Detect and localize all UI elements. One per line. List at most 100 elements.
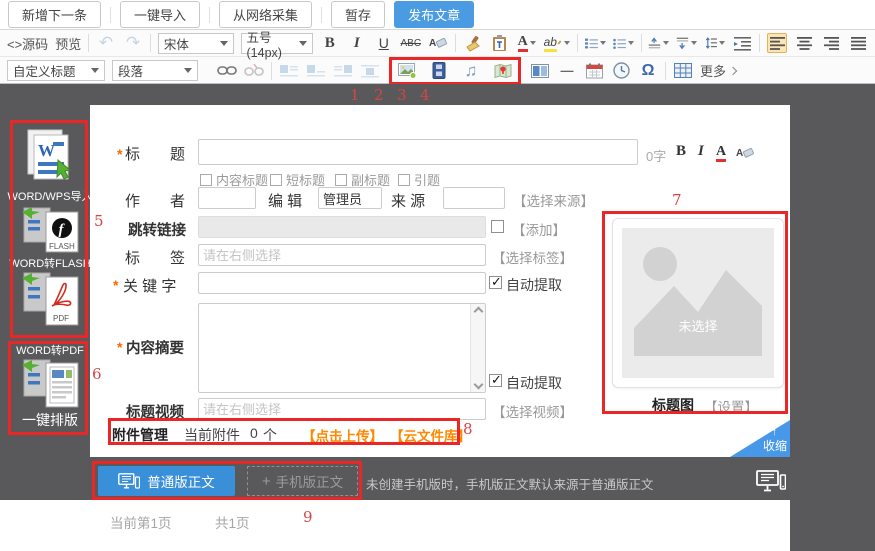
indent-button[interactable] (732, 33, 752, 53)
word-to-pdf-label[interactable]: WORD转PDF (6, 342, 94, 358)
paragraph-format-select[interactable]: 段落 (112, 60, 198, 81)
image-float-left-icon[interactable] (279, 61, 299, 81)
heading-style-value: 自定义标题 (13, 61, 76, 80)
align-right-button[interactable] (821, 33, 841, 53)
keyword-auto-extract-checkbox[interactable] (489, 276, 502, 289)
tab-mobile-content[interactable]: + 手机版正文 (247, 466, 358, 496)
strikethrough-button[interactable]: ABC (401, 33, 421, 53)
italic-button[interactable]: I (347, 33, 367, 53)
font-size-select[interactable]: 五号(14px) (241, 33, 313, 54)
unlink-icon[interactable] (244, 61, 264, 81)
align-left-button[interactable] (767, 33, 787, 53)
choose-source-link[interactable]: 【选择来源】 (513, 190, 594, 210)
word-import-label[interactable]: WORD/WPS导入 (6, 188, 94, 204)
choose-tag-link[interactable]: 【选择标签】 (492, 247, 573, 267)
preview-button[interactable]: 预览 (55, 34, 81, 53)
undo-icon[interactable]: ↶ (96, 33, 116, 53)
tag-input[interactable] (198, 244, 486, 266)
new-next-button[interactable]: 新增下一条 (8, 1, 101, 28)
font-size-value: 五号(14px) (247, 27, 293, 60)
attachment-upload-link[interactable]: 【点击上传】 (302, 425, 383, 445)
insert-table-icon[interactable] (673, 61, 693, 81)
choose-video-link[interactable]: 【选择视频】 (492, 401, 573, 421)
auto-layout-icon[interactable] (20, 358, 82, 415)
link-icon[interactable] (217, 61, 237, 81)
insert-image-icon[interactable] (397, 61, 417, 81)
insert-music-icon[interactable]: ♫ (461, 61, 481, 81)
keyword-input[interactable] (198, 272, 486, 294)
align-center-button[interactable] (794, 33, 814, 53)
tab-normal-content[interactable]: 普通版正文 (98, 466, 235, 496)
editor-input[interactable] (318, 187, 382, 209)
underline-button[interactable]: U (374, 33, 394, 53)
word-to-flash-icon[interactable]: fFLASH (20, 206, 82, 259)
checkbox-icon (270, 174, 282, 186)
title-bold-button[interactable]: B (676, 143, 686, 160)
insert-map-icon[interactable] (493, 61, 513, 81)
clear-format-icon[interactable]: A (428, 33, 448, 53)
word-to-flash-label[interactable]: WORD转FLASH (6, 255, 94, 271)
title-clear-format-icon[interactable]: A (736, 145, 754, 166)
scroll-up-icon[interactable] (473, 307, 483, 317)
title-font-color-button[interactable]: A (716, 144, 726, 162)
title-image-settings-link[interactable]: 【设置】 (704, 396, 758, 416)
title-video-input[interactable] (198, 398, 486, 420)
align-justify-button[interactable] (848, 33, 868, 53)
space-after-paragraph-button[interactable] (676, 33, 697, 53)
columns-layout-icon[interactable] (530, 61, 550, 81)
plus-icon: + (262, 473, 271, 490)
scroll-down-icon[interactable] (473, 380, 483, 390)
title-italic-button[interactable]: I (698, 143, 704, 160)
heading-style-select[interactable]: 自定义标题 (7, 60, 105, 81)
short-title-checkbox[interactable]: 短标题 (270, 170, 325, 189)
summary-scrollbar[interactable] (470, 304, 485, 392)
bullet-list-button[interactable] (613, 33, 634, 53)
summary-textarea[interactable] (198, 303, 486, 393)
device-preview-icon[interactable] (756, 470, 786, 497)
line-height-button[interactable] (704, 33, 725, 53)
tab-mobile-label: 手机版正文 (276, 471, 344, 491)
redirect-enable-checkbox[interactable] (491, 220, 504, 233)
summary-auto-extract-checkbox[interactable] (489, 374, 502, 387)
clock-icon[interactable] (611, 61, 631, 81)
title-image-card[interactable]: 未选择 (612, 218, 784, 388)
web-collect-button[interactable]: 从网络采集 (219, 1, 312, 28)
redirect-add-link[interactable]: 【添加】 (512, 219, 566, 239)
paste-as-text-icon[interactable] (490, 33, 510, 53)
source-code-button[interactable]: <>源码 (7, 34, 48, 53)
image-block-center-icon[interactable] (360, 61, 380, 81)
source-input[interactable] (443, 187, 505, 209)
publish-button[interactable]: 发布文章 (394, 1, 474, 28)
title-input[interactable] (198, 139, 638, 165)
calendar-icon[interactable] (584, 61, 604, 81)
font-family-select[interactable]: 宋体 (158, 33, 234, 54)
insert-video-icon[interactable] (429, 61, 449, 81)
word-to-pdf-icon[interactable]: PDF (20, 271, 82, 334)
image-inline-left-icon[interactable] (306, 61, 326, 81)
more-button[interactable]: 更多 (700, 61, 736, 80)
redo-icon[interactable]: ↷ (123, 33, 143, 53)
font-family-value: 宋体 (164, 34, 189, 53)
attachment-cloud-link[interactable]: 【云文件库】 (390, 425, 471, 445)
chevron-down-icon (220, 41, 228, 46)
author-input[interactable] (198, 187, 256, 209)
highlight-color-button[interactable]: ab (544, 33, 570, 53)
horizontal-rule-icon[interactable]: — (557, 61, 577, 81)
editor-body-area[interactable]: 当前第1页 共1页 (0, 500, 790, 551)
attachment-count-prefix: 当前附件 (184, 425, 240, 445)
title-char-counter: 0字 (646, 146, 666, 165)
word-import-icon[interactable]: W (26, 128, 78, 189)
bold-button[interactable]: B (320, 33, 340, 53)
save-draft-button[interactable]: 暂存 (331, 1, 385, 28)
ordered-list-button[interactable] (585, 33, 606, 53)
highlight-label: ab (544, 35, 557, 52)
space-before-paragraph-button[interactable] (648, 33, 669, 53)
auto-layout-label[interactable]: 一键排版 (8, 410, 92, 430)
lead-title-checkbox[interactable]: 引题 (398, 170, 440, 189)
special-char-icon[interactable]: Ω (638, 61, 658, 81)
title-image-placeholder[interactable]: 未选择 (622, 228, 774, 378)
format-brush-icon[interactable] (463, 33, 483, 53)
image-float-right-icon[interactable] (333, 61, 353, 81)
one-click-import-button[interactable]: 一键导入 (120, 1, 200, 28)
font-color-button[interactable]: A (517, 33, 537, 53)
